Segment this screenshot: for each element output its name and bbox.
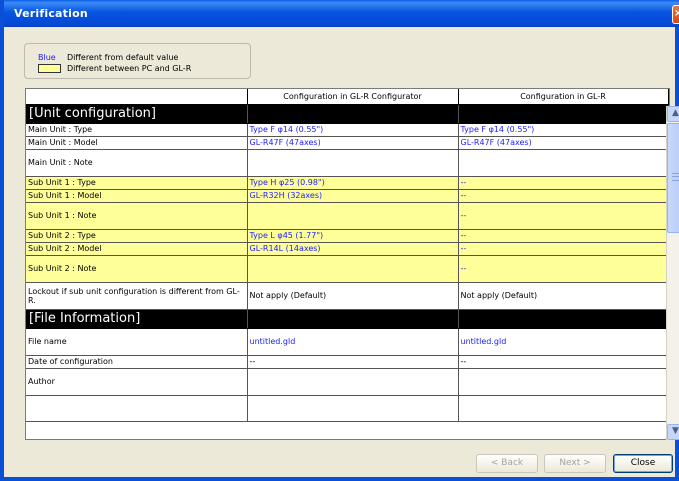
legend-yellow-text: Different between PC and GL-R [67,64,192,73]
row-glr-value: untitled.gld [458,328,669,356]
table-row[interactable]: Main Unit : Note [26,149,669,177]
table-row[interactable] [26,395,669,422]
row-label: Sub Unit 2 : Note [26,255,248,283]
row-pc-value: GL-R47F (47axes) [247,136,459,150]
section-title: [Unit configuration] [26,104,248,124]
section-file-information: [File Information] [26,309,669,329]
table-row[interactable]: Lockout if sub unit configuration is dif… [26,282,669,310]
header-row: Configuration in GL-R Configurator Confi… [26,89,669,105]
row-label: Sub Unit 1 : Model [26,189,248,203]
row-pc-value [247,368,459,396]
table-row[interactable]: Main Unit : Model GL-R47F (47axes) GL-R4… [26,136,669,150]
table-row[interactable]: Sub Unit 2 : Model GL-R14L (14axes) -- [26,242,669,256]
section-unit-configuration: [Unit configuration] [26,104,669,124]
scroll-up-button[interactable]: ▲ [667,106,679,122]
row-pc-value [247,255,459,283]
back-button[interactable]: < Back [476,454,538,473]
title-bar[interactable]: Verification × [4,0,679,27]
row-pc-value [247,202,459,230]
row-label [26,395,248,422]
window-close-button[interactable]: × [672,5,679,24]
row-glr-value: -- [458,242,669,256]
table-row[interactable]: Sub Unit 1 : Type Type H φ25 (0.98") -- [26,176,669,190]
row-label: File name [26,328,248,356]
row-pc-value: GL-R32H (32axes) [247,189,459,203]
legend-blue-text: Different from default value [67,53,179,62]
row-glr-value [458,368,669,396]
row-pc-value: Not apply (Default) [247,282,459,310]
vertical-scrollbar[interactable]: ▲ ▼ [666,106,679,440]
row-pc-value: Type L φ45 (1.77") [247,229,459,243]
row-glr-value: -- [458,202,669,230]
legend-box: Blue Different from default value Differ… [24,43,251,79]
row-glr-value: -- [458,176,669,190]
row-label: Main Unit : Type [26,123,248,137]
table-row[interactable]: Sub Unit 2 : Note -- [26,255,669,283]
legend-blue-label: Blue [38,53,56,62]
table-row[interactable]: Sub Unit 1 : Model GL-R32H (32axes) -- [26,189,669,203]
next-button[interactable]: Next > [544,454,606,473]
row-glr-value: Not apply (Default) [458,282,669,310]
row-label: Sub Unit 2 : Type [26,229,248,243]
row-label: Author [26,368,248,396]
row-label: Date of configuration [26,355,248,369]
row-glr-value [458,395,669,422]
table-row[interactable]: Date of configuration -- -- [26,355,669,369]
row-glr-value: -- [458,189,669,203]
header-label-column [26,89,248,105]
row-pc-value: Type H φ25 (0.98") [247,176,459,190]
table-row[interactable]: Sub Unit 2 : Type Type L φ45 (1.77") -- [26,229,669,243]
row-glr-value: -- [458,355,669,369]
row-pc-value: -- [247,355,459,369]
row-glr-value [458,149,669,177]
close-icon: × [674,8,679,19]
row-label: Main Unit : Model [26,136,248,150]
row-pc-value [247,149,459,177]
row-glr-value: -- [458,255,669,283]
row-label: Sub Unit 1 : Type [26,176,248,190]
table-row[interactable]: Author [26,368,669,396]
row-pc-value: untitled.gld [247,328,459,356]
scroll-down-button[interactable]: ▼ [667,424,679,440]
header-pc-column: Configuration in GL-R Configurator [247,89,459,105]
row-label: Sub Unit 2 : Model [26,242,248,256]
table-row[interactable]: Sub Unit 1 : Note -- [26,202,669,230]
window-title: Verification [14,7,88,20]
row-label: Main Unit : Note [26,149,248,177]
header-glr-column: Configuration in GL-R [458,89,669,105]
scroll-thumb[interactable] [667,123,679,233]
chevron-down-icon: ▼ [672,426,679,436]
row-pc-value [247,395,459,422]
row-glr-value: Type F φ14 (0.55") [458,123,669,137]
grip-icon [672,173,679,181]
legend-yellow-swatch [38,64,61,73]
section-title: [File Information] [26,309,248,329]
close-button[interactable]: Close [613,454,673,473]
verification-window: Verification × Blue Different from defau… [0,0,679,481]
row-pc-value: Type F φ14 (0.55") [247,123,459,137]
row-glr-value: -- [458,229,669,243]
row-label: Lockout if sub unit configuration is dif… [26,282,248,310]
table-row[interactable]: File name untitled.gld untitled.gld [26,328,669,356]
chevron-up-icon: ▲ [672,108,679,118]
row-pc-value: GL-R14L (14axes) [247,242,459,256]
row-glr-value: GL-R47F (47axes) [458,136,669,150]
row-label: Sub Unit 1 : Note [26,202,248,230]
table-row[interactable]: Main Unit : Type Type F φ14 (0.55") Type… [26,123,669,137]
verification-grid: Configuration in GL-R Configurator Confi… [25,88,670,440]
